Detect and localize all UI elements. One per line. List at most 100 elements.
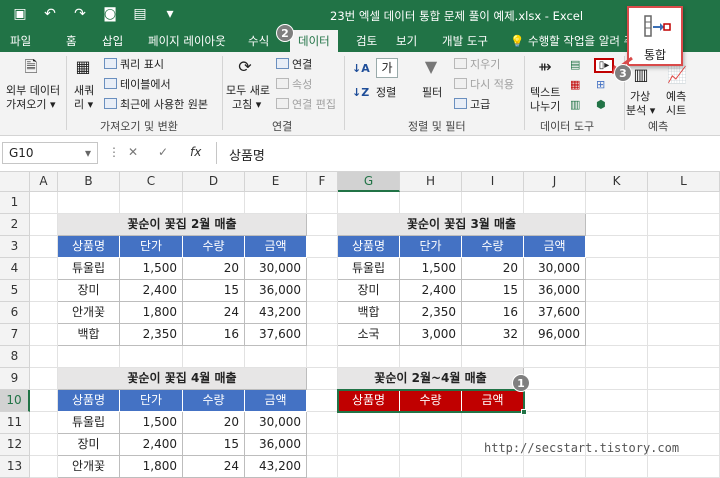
product-name-cell[interactable]: 백합 xyxy=(338,302,400,324)
column-header-i[interactable]: I xyxy=(462,172,524,192)
value-cell[interactable]: 1,500 xyxy=(120,258,183,280)
table-title-feb[interactable]: 꽃순이 꽃집 2월 매출 xyxy=(58,214,307,236)
value-cell[interactable]: 20 xyxy=(183,258,245,280)
value-cell[interactable]: 43,200 xyxy=(245,302,307,324)
value-cell[interactable]: 36,000 xyxy=(245,434,307,456)
value-cell[interactable]: 24 xyxy=(183,456,245,478)
tab-developer[interactable]: 개발 도구 xyxy=(442,33,488,49)
value-cell[interactable]: 37,600 xyxy=(245,324,307,346)
tab-data[interactable]: 데이터 xyxy=(290,30,338,52)
table-header-cell[interactable]: 수량 xyxy=(183,236,245,258)
value-cell[interactable]: 36,000 xyxy=(524,280,586,302)
value-cell[interactable]: 1,500 xyxy=(400,258,462,280)
filter-button[interactable]: 필터 xyxy=(422,86,442,99)
value-cell[interactable]: 2,400 xyxy=(120,434,183,456)
refresh-all-button-line2[interactable]: 고침 ▾ xyxy=(232,98,261,111)
new-query-button-line2[interactable]: 리 ▾ xyxy=(74,98,93,111)
value-cell[interactable]: 15 xyxy=(183,434,245,456)
value-cell[interactable]: 30,000 xyxy=(524,258,586,280)
value-cell[interactable]: 1,800 xyxy=(120,456,183,478)
table-header-cell[interactable]: 상품명 xyxy=(58,390,120,412)
column-header-h[interactable]: H xyxy=(400,172,462,192)
column-header-c[interactable]: C xyxy=(120,172,183,192)
column-header-l[interactable]: L xyxy=(648,172,720,192)
formula-input[interactable]: 상품명 xyxy=(216,142,718,164)
row-header-12[interactable]: 12 xyxy=(0,434,30,456)
fill-handle[interactable] xyxy=(521,409,527,415)
row-header-3[interactable]: 3 xyxy=(0,236,30,258)
sort-button[interactable]: 정렬 xyxy=(376,86,396,99)
connections-button[interactable]: 연결 xyxy=(276,58,312,71)
remove-duplicates-icon[interactable]: ▦ xyxy=(570,78,580,91)
row-header-4[interactable]: 4 xyxy=(0,258,30,280)
flash-fill-icon[interactable]: ▤ xyxy=(570,58,580,71)
tab-home[interactable]: 홈 xyxy=(66,33,77,49)
column-header-f[interactable]: F xyxy=(307,172,338,192)
forecast-sheet-button-line2[interactable]: 시트 xyxy=(666,104,686,117)
row-header-2[interactable]: 2 xyxy=(0,214,30,236)
value-cell[interactable]: 15 xyxy=(462,280,524,302)
external-data-button-line2[interactable]: 가져오기 ▾ xyxy=(6,98,56,111)
column-header-d[interactable]: D xyxy=(183,172,245,192)
what-if-button[interactable]: 가상 xyxy=(630,90,650,103)
external-data-button[interactable]: 외부 데이터 xyxy=(6,84,60,97)
text-to-columns-button-line2[interactable]: 나누기 xyxy=(530,100,560,113)
cancel-icon[interactable]: ✕ xyxy=(128,145,138,159)
edit-links-button[interactable]: 연결 편집 xyxy=(276,98,336,111)
refresh-all-button[interactable]: 모두 새로 xyxy=(226,84,270,97)
column-header-k[interactable]: K xyxy=(586,172,648,192)
value-cell[interactable]: 3,000 xyxy=(400,324,462,346)
row-header-11[interactable]: 11 xyxy=(0,412,30,434)
advanced-button[interactable]: 고급 xyxy=(454,98,490,111)
table-header-cell[interactable]: 수량 xyxy=(462,236,524,258)
data-validation-icon[interactable]: ▥ xyxy=(570,98,580,111)
customize-qat-icon[interactable]: ▾ xyxy=(162,6,178,22)
new-query-button[interactable]: 새쿼 xyxy=(74,84,94,97)
column-header-a[interactable]: A xyxy=(30,172,58,192)
table-header-cell[interactable]: 상품명 xyxy=(338,236,400,258)
row-header-1[interactable]: 1 xyxy=(0,192,30,214)
tab-view[interactable]: 보기 xyxy=(396,33,417,49)
camera-icon[interactable]: ◙ xyxy=(102,6,118,22)
value-cell[interactable]: 20 xyxy=(462,258,524,280)
name-box[interactable]: G10 ▾ xyxy=(2,142,98,164)
tab-formulas[interactable]: 수식 xyxy=(248,33,269,49)
value-cell[interactable]: 2,400 xyxy=(120,280,183,302)
value-cell[interactable]: 15 xyxy=(183,280,245,302)
manage-data-model-icon[interactable]: ⬢ xyxy=(596,98,606,111)
product-name-cell[interactable]: 백합 xyxy=(58,324,120,346)
value-cell[interactable]: 1,500 xyxy=(120,412,183,434)
enter-icon[interactable]: ✓ xyxy=(158,145,168,159)
insert-function-button[interactable]: fx xyxy=(190,145,201,159)
product-name-cell[interactable]: 튜울립 xyxy=(58,258,120,280)
value-cell[interactable]: 2,350 xyxy=(120,324,183,346)
product-name-cell[interactable]: 장미 xyxy=(338,280,400,302)
table-title-summary[interactable]: 꽃순이 2월~4월 매출 xyxy=(338,368,524,390)
column-header-g[interactable]: G xyxy=(338,172,400,192)
value-cell[interactable]: 32 xyxy=(462,324,524,346)
redo-icon[interactable]: ↷ xyxy=(72,6,88,22)
row-header-10[interactable]: 10 xyxy=(0,390,30,412)
tab-insert[interactable]: 삽입 xyxy=(102,33,123,49)
from-table-button[interactable]: 테이블에서 xyxy=(104,78,171,91)
name-box-dropdown-icon[interactable]: ▾ xyxy=(85,146,91,160)
value-cell[interactable]: 24 xyxy=(183,302,245,324)
save-icon[interactable]: ▣ xyxy=(12,6,28,22)
value-cell[interactable]: 20 xyxy=(183,412,245,434)
product-name-cell[interactable]: 장미 xyxy=(58,434,120,456)
undo-icon[interactable]: ↶ xyxy=(42,6,58,22)
table-header-cell[interactable]: 단가 xyxy=(120,390,183,412)
reapply-button[interactable]: 다시 적용 xyxy=(454,78,514,91)
tab-file[interactable]: 파일 xyxy=(10,33,31,49)
value-cell[interactable]: 30,000 xyxy=(245,412,307,434)
properties-button[interactable]: 속성 xyxy=(276,78,312,91)
tab-page-layout[interactable]: 페이지 레이아웃 xyxy=(148,33,226,49)
table-header-cell[interactable]: 단가 xyxy=(120,236,183,258)
forecast-sheet-button[interactable]: 예측 xyxy=(666,90,686,103)
tell-me-box[interactable]: 💡 수행할 작업을 알려 주 xyxy=(510,33,634,49)
value-cell[interactable]: 96,000 xyxy=(524,324,586,346)
table-header-cell[interactable]: 상품명 xyxy=(58,236,120,258)
show-queries-button[interactable]: 쿼리 표시 xyxy=(104,58,164,71)
value-cell[interactable]: 16 xyxy=(462,302,524,324)
table-title-mar[interactable]: 꽃순이 꽃집 3월 매출 xyxy=(338,214,586,236)
